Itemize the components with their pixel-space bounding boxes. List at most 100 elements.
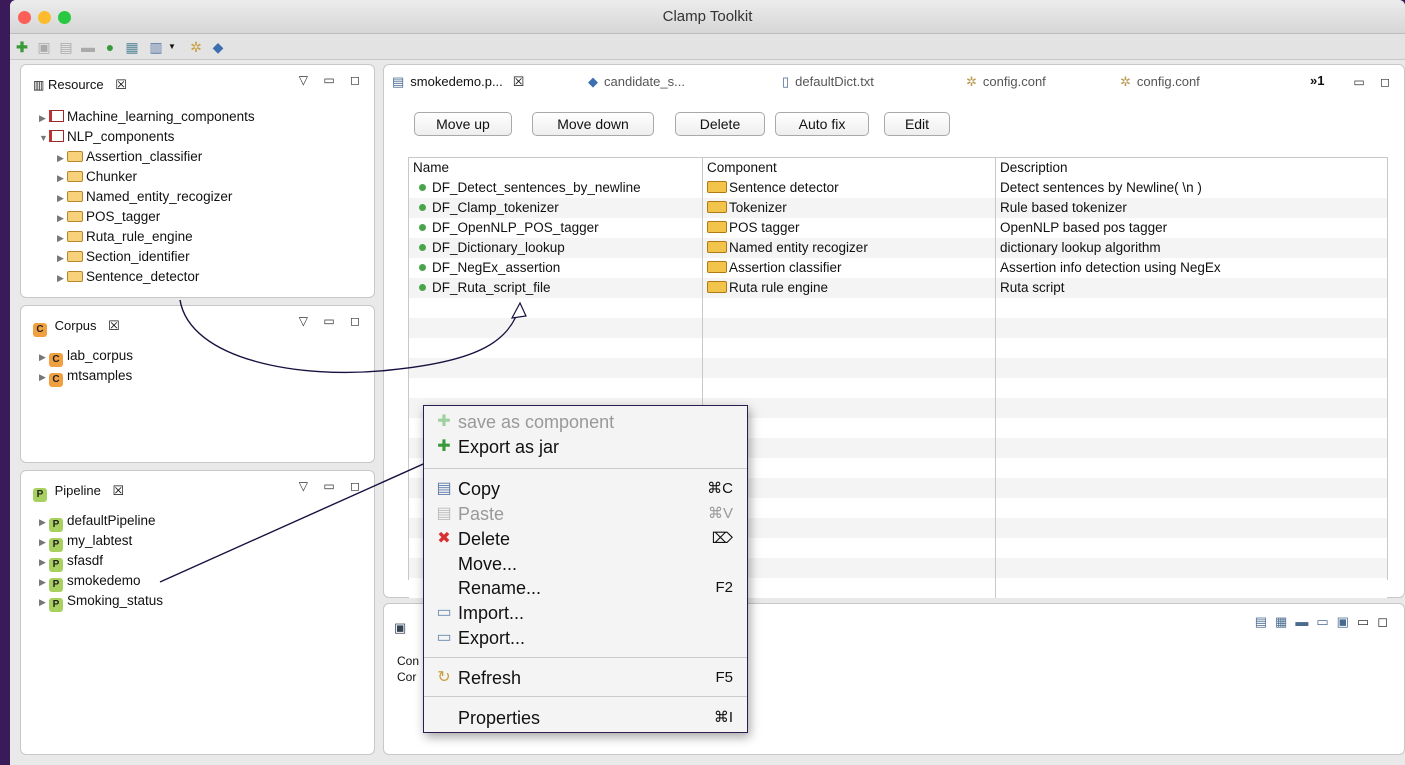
- column-header-name[interactable]: Name: [409, 158, 703, 178]
- collapsed-icon[interactable]: ▶: [57, 248, 67, 268]
- gear-icon: ✲: [1120, 74, 1131, 89]
- auto-fix-button[interactable]: Auto fix: [775, 112, 869, 136]
- move-down-button[interactable]: Move down: [532, 112, 654, 136]
- collapsed-icon[interactable]: ▶: [57, 208, 67, 228]
- tree-item[interactable]: ▶ Section_identifier: [21, 247, 374, 267]
- pin-console-icon[interactable]: ▦: [1275, 614, 1295, 629]
- tab-corpus[interactable]: C Corpus ☒: [25, 312, 130, 340]
- collapsed-icon[interactable]: ▶: [39, 347, 49, 367]
- menu-item-rename[interactable]: Rename...: [458, 576, 541, 600]
- tree-item[interactable]: ▶ Named_entity_recogizer: [21, 187, 374, 207]
- component-cell: [703, 338, 996, 358]
- tree-item[interactable]: ▶ Sentence_detector: [21, 267, 374, 287]
- table-row[interactable]: DF_OpenNLP_POS_tagger POS tagger OpenNLP b…: [409, 218, 1387, 238]
- tab-resource[interactable]: ▥ Resource ☒: [25, 71, 137, 99]
- maximize-icon[interactable]: ◻: [1377, 614, 1396, 629]
- collapsed-icon[interactable]: ▶: [57, 188, 67, 208]
- collapsed-icon[interactable]: ▶: [39, 572, 49, 592]
- minimize-icon[interactable]: ▭: [1357, 614, 1377, 629]
- tree-item[interactable]: ▶ Cmtsamples: [21, 366, 374, 387]
- panel-view-controls[interactable]: ▭ ◻: [1353, 75, 1396, 89]
- close-tab-icon[interactable]: ☒: [108, 318, 120, 333]
- panel-view-controls[interactable]: ▽ ▭ ◻: [299, 314, 366, 328]
- edit-button[interactable]: Edit: [884, 112, 950, 136]
- tree-item[interactable]: ▶ Clab_corpus: [21, 346, 374, 367]
- editor-tab[interactable]: ✲ config.conf: [1120, 74, 1200, 90]
- editor-overflow[interactable]: »1: [1310, 73, 1324, 88]
- tree-item[interactable]: ▶ Machine_learning_components: [21, 107, 374, 127]
- tree-item[interactable]: ▶ Psfasdf: [21, 551, 374, 572]
- menu-item-delete[interactable]: Delete: [458, 527, 510, 551]
- collapsed-icon[interactable]: ▶: [57, 148, 67, 168]
- column-header-component[interactable]: Component: [703, 158, 996, 178]
- panel-view-controls[interactable]: ▽ ▭ ◻: [299, 73, 366, 87]
- tree-item[interactable]: ▶ Ruta_rule_engine: [21, 227, 374, 247]
- close-window-button[interactable]: [18, 11, 31, 24]
- close-tab-icon[interactable]: ☒: [113, 483, 125, 498]
- zoom-window-button[interactable]: [58, 11, 71, 24]
- save-all-icon[interactable]: ▤: [58, 39, 74, 55]
- new-console-icon[interactable]: ▣: [1337, 614, 1357, 629]
- cell-text: POS tagger: [729, 220, 800, 235]
- column-header-description[interactable]: Description: [996, 158, 1388, 178]
- editor-tab[interactable]: ◆ candidate_s...: [588, 74, 685, 90]
- menu-item-refresh[interactable]: Refresh: [458, 666, 521, 690]
- collapsed-icon[interactable]: ▶: [57, 168, 67, 188]
- editor-tab[interactable]: ✲ config.conf: [966, 74, 1046, 90]
- gear-icon[interactable]: ✲: [188, 39, 204, 55]
- component-icon: [707, 201, 727, 213]
- new-icon[interactable]: ✚: [14, 39, 30, 55]
- close-tab-icon[interactable]: ☒: [115, 77, 127, 92]
- table-row[interactable]: DF_Detect_sentences_by_newline Sentence d…: [409, 178, 1387, 198]
- grid-menu-icon[interactable]: ▥: [148, 39, 164, 55]
- tree-item[interactable]: ▶ Pmy_labtest: [21, 531, 374, 552]
- display-console-icon[interactable]: ▭: [1316, 614, 1336, 629]
- editor-tab[interactable]: ▯ defaultDict.txt: [782, 74, 874, 90]
- table-row[interactable]: DF_Clamp_tokenizer Tokenizer Rule based to…: [409, 198, 1387, 218]
- menu-item-export-as-jar[interactable]: Export as jar: [458, 435, 559, 459]
- minimize-window-button[interactable]: [38, 11, 51, 24]
- collapsed-icon[interactable]: ▶: [39, 552, 49, 572]
- clear-console-icon[interactable]: ▤: [1255, 614, 1275, 629]
- table-row[interactable]: DF_NegEx_assertion Assertion classifier As…: [409, 258, 1387, 278]
- table-row[interactable]: DF_Dictionary_lookup Named entity recogiz…: [409, 238, 1387, 258]
- collapsed-icon[interactable]: ▶: [57, 268, 67, 288]
- tab-pipeline[interactable]: P Pipeline ☒: [25, 477, 135, 505]
- editor-tab[interactable]: ▤ smokedemo.p... ☒: [392, 74, 524, 90]
- tree-item[interactable]: ▶ Chunker: [21, 167, 374, 187]
- collapsed-icon[interactable]: ▶: [39, 512, 49, 532]
- menu-item-export[interactable]: Export...: [458, 626, 525, 650]
- tree-item[interactable]: ▶ Assertion_classifier: [21, 147, 374, 167]
- expanded-icon[interactable]: ▼: [39, 128, 49, 148]
- table-row[interactable]: DF_Ruta_script_file Ruta rule engine Ruta …: [409, 278, 1387, 298]
- print-icon[interactable]: ▬: [80, 39, 96, 55]
- move-up-button[interactable]: Move up: [414, 112, 512, 136]
- corpus-panel: C Corpus ☒ ▽ ▭ ◻ ▶ Clab_corpus ▶ Cmtsamples: [20, 305, 375, 463]
- tree-item[interactable]: ▶ Psmokedemo: [21, 571, 374, 592]
- collapsed-icon[interactable]: ▶: [57, 228, 67, 248]
- panel-view-controls[interactable]: ▽ ▭ ◻: [299, 479, 366, 493]
- chevron-down-icon[interactable]: ▼: [164, 39, 180, 55]
- collapsed-icon[interactable]: ▶: [39, 108, 49, 128]
- close-tab-icon[interactable]: ☒: [513, 74, 525, 89]
- tree-item[interactable]: ▶ P Smoking_status: [21, 591, 374, 612]
- collapsed-icon[interactable]: ▶: [39, 532, 49, 552]
- menu-item-move[interactable]: Move...: [458, 552, 517, 576]
- ruta-icon[interactable]: ◆: [210, 39, 226, 55]
- annotate-icon[interactable]: ▦: [124, 39, 140, 55]
- menu-item-import[interactable]: Import...: [458, 601, 524, 625]
- menu-item-properties[interactable]: Properties: [458, 706, 540, 730]
- pipeline-badge-icon: P: [49, 578, 63, 592]
- open-console-icon[interactable]: ▬: [1295, 614, 1316, 629]
- save-icon[interactable]: ▣: [36, 39, 52, 55]
- tree-item-label: Assertion_classifier: [86, 149, 203, 164]
- tree-item[interactable]: ▼ NLP_components: [21, 127, 374, 147]
- tree-item[interactable]: ▶ PdefaultPipeline: [21, 511, 374, 532]
- menu-item-copy[interactable]: Copy: [458, 477, 500, 501]
- collapsed-icon[interactable]: ▶: [39, 592, 49, 612]
- folder-icon: [67, 251, 83, 262]
- run-icon[interactable]: ●: [102, 39, 118, 55]
- collapsed-icon[interactable]: ▶: [39, 367, 49, 387]
- delete-button[interactable]: Delete: [675, 112, 765, 136]
- tree-item[interactable]: ▶ POS_tagger: [21, 207, 374, 227]
